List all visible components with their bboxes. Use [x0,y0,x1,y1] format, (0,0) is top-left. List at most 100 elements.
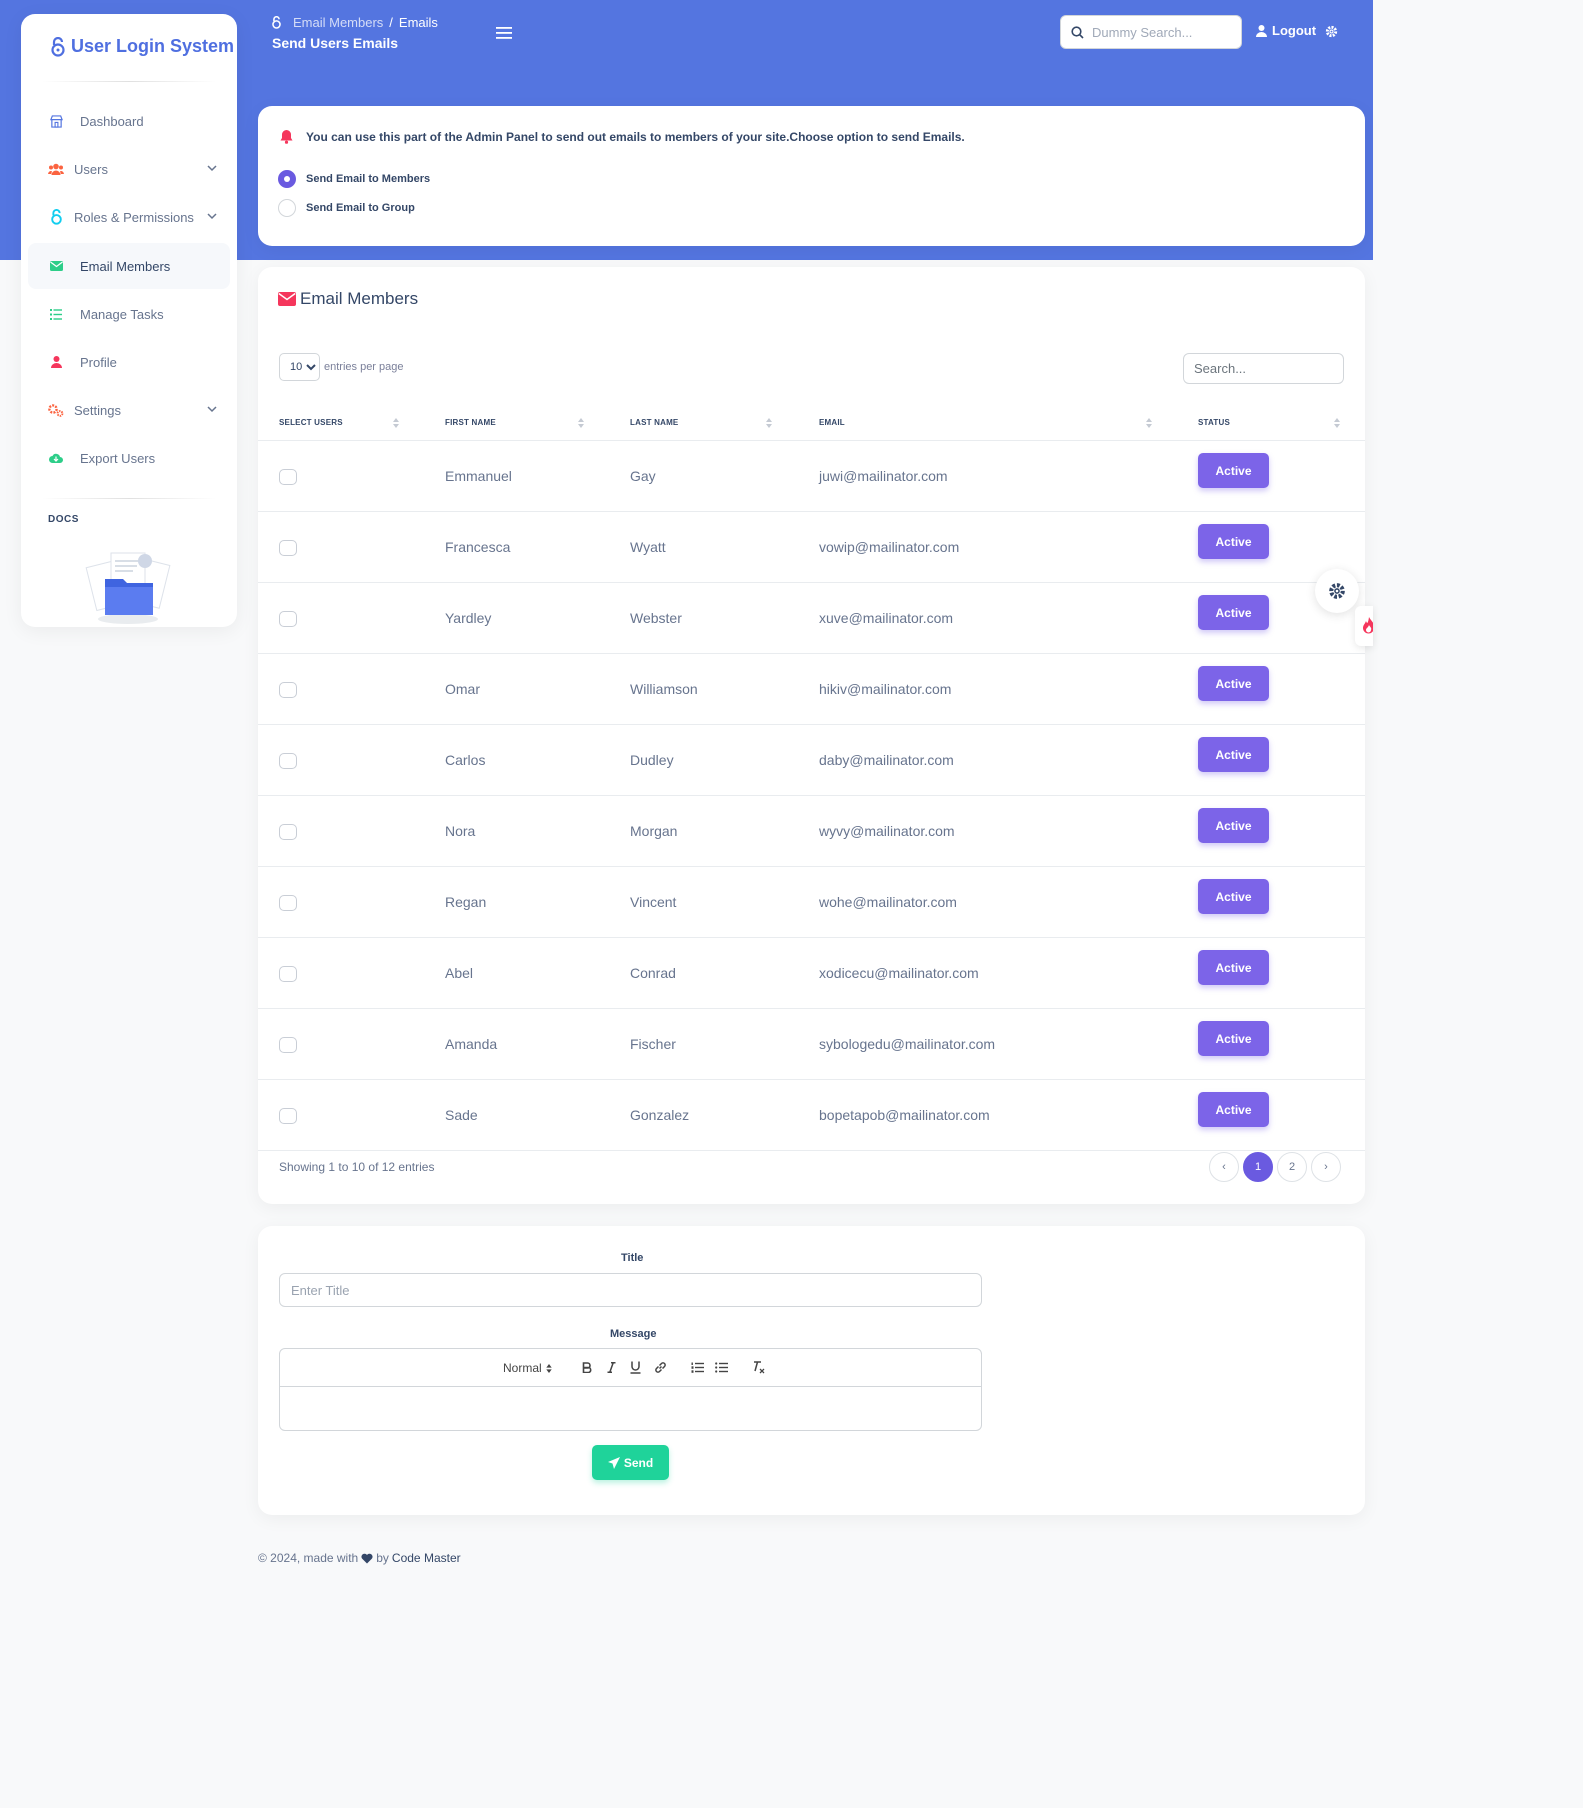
first-name-cell: Omar [445,681,480,697]
italic-icon[interactable] [607,1362,616,1373]
select-user-checkbox[interactable] [279,824,297,840]
sort-icon[interactable] [393,418,399,428]
column-header-email[interactable]: EMAIL [819,418,845,427]
send-button[interactable]: Send [592,1445,669,1480]
title-input[interactable] [279,1273,982,1307]
select-user-checkbox[interactable] [279,966,297,982]
sidebar-item-label: Roles & Permissions [74,209,194,225]
footer-prefix: © 2024, made with [258,1551,359,1565]
column-header-select-users[interactable]: SELECT USERS [279,418,343,427]
table-search-input[interactable] [1183,353,1344,384]
header-search [1060,15,1242,49]
header-search-input[interactable] [1092,24,1232,40]
sidebar-item-roles-permissions[interactable]: Roles & Permissions [28,194,230,240]
bell-icon [280,130,293,144]
status-badge[interactable]: Active [1198,666,1269,701]
breadcrumb-separator: / [389,15,393,30]
status-badge[interactable]: Active [1198,453,1269,488]
breadcrumb-item-email-members[interactable]: Email Members [293,15,383,30]
sidebar-item-settings[interactable]: Settings [28,387,230,433]
select-user-checkbox[interactable] [279,540,297,556]
radio-send-to-members[interactable]: Send Email to Members [278,170,430,188]
radio-label: Send Email to Members [306,173,431,185]
sort-icon[interactable] [1334,418,1340,428]
status-badge[interactable]: Active [1198,595,1269,630]
sidebar-item-users[interactable]: Users [28,146,230,192]
underline-icon[interactable] [630,1361,641,1374]
radio-send-to-group[interactable]: Send Email to Group [278,199,415,217]
configurator-button[interactable] [1315,569,1359,613]
notice-text: You can use this part of the Admin Panel… [306,130,965,144]
sidebar-item-label: Manage Tasks [80,306,164,322]
table-row: Carlos Dudley daby@mailinator.com Active [258,725,1365,796]
brand[interactable]: User Login System [51,36,234,57]
select-user-checkbox[interactable] [279,895,297,911]
email-cell: daby@mailinator.com [819,752,954,768]
gear-icon[interactable] [1325,25,1338,38]
list-icon [48,306,64,322]
entries-label: entries per page [324,361,404,373]
email-cell: wohe@mailinator.com [819,894,957,910]
pagination-page-1[interactable]: 1 [1243,1152,1273,1182]
message-textarea[interactable] [280,1387,981,1430]
first-name-cell: Abel [445,965,474,981]
sidebar-item-profile[interactable]: Profile [28,339,230,385]
bold-icon[interactable] [582,1362,592,1373]
radio-button[interactable] [278,199,296,217]
status-badge[interactable]: Active [1198,1092,1269,1127]
message-label: Message [610,1328,657,1340]
breadcrumb: Email Members / Emails [272,15,438,30]
select-user-checkbox[interactable] [279,469,297,485]
link-icon[interactable] [654,1361,667,1374]
sort-icon[interactable] [1146,418,1152,428]
status-badge[interactable]: Active [1198,879,1269,914]
column-header-last-name[interactable]: LAST NAME [630,418,678,427]
format-select[interactable]: Normal [503,1361,552,1375]
sidebar-item-dashboard[interactable]: Dashboard [28,98,230,144]
email-cell: xuve@mailinator.com [819,610,954,626]
last-name-cell: Williamson [630,681,698,697]
sidebar-item-email-members[interactable]: Email Members [28,243,230,289]
table-row: Sade Gonzalez bopetapob@mailinator.com Acti… [258,1080,1365,1151]
sort-icon[interactable] [578,418,584,428]
column-header-first-name[interactable]: FIRST NAME [445,418,496,427]
select-user-checkbox[interactable] [279,1108,297,1124]
status-badge[interactable]: Active [1198,1021,1269,1056]
lock-icon[interactable] [272,16,281,29]
select-user-checkbox[interactable] [279,611,297,627]
pagination-page-2[interactable]: 2 [1277,1152,1307,1182]
first-name-cell: Regan [445,894,487,910]
chevron-down-icon [207,165,217,172]
status-badge[interactable]: Active [1198,737,1269,772]
table-row: Omar Williamson hikiv@mailinator.com Active [258,654,1365,725]
hamburger-menu-icon[interactable] [496,27,512,39]
search-icon [1071,25,1084,39]
pagination-next-button[interactable]: › [1311,1152,1341,1182]
side-tab[interactable] [1355,606,1373,646]
column-header-status[interactable]: STATUS [1198,418,1230,427]
status-badge[interactable]: Active [1198,808,1269,843]
table-row: Regan Vincent wohe@mailinator.com Active [258,867,1365,938]
logout-button[interactable]: Logout [1256,23,1316,38]
status-badge[interactable]: Active [1198,524,1269,559]
select-user-checkbox[interactable] [279,1037,297,1053]
email-cell: xodicecu@mailinator.com [819,965,979,981]
bullet-list-icon[interactable] [715,1362,728,1373]
sidebar-item-export-users[interactable]: Export Users [28,435,230,481]
ordered-list-icon[interactable] [691,1362,704,1373]
select-user-checkbox[interactable] [279,682,297,698]
pagination-prev-button[interactable]: ‹ [1209,1152,1239,1182]
footer-author-link[interactable]: Code Master [392,1551,461,1565]
last-name-cell: Dudley [630,752,674,768]
sidebar-item-manage-tasks[interactable]: Manage Tasks [28,291,230,337]
status-badge[interactable]: Active [1198,950,1269,985]
table-row: Francesca Wyatt vowip@mailinator.com Active [258,512,1365,583]
last-name-cell: Gonzalez [630,1107,690,1123]
sort-icon[interactable] [766,418,772,428]
entries-select[interactable]: 10 [279,353,320,381]
clear-formatting-icon[interactable] [752,1361,766,1374]
send-label: Send [623,1455,654,1470]
sort-icon [545,1363,552,1373]
radio-button[interactable] [278,170,296,188]
select-user-checkbox[interactable] [279,753,297,769]
